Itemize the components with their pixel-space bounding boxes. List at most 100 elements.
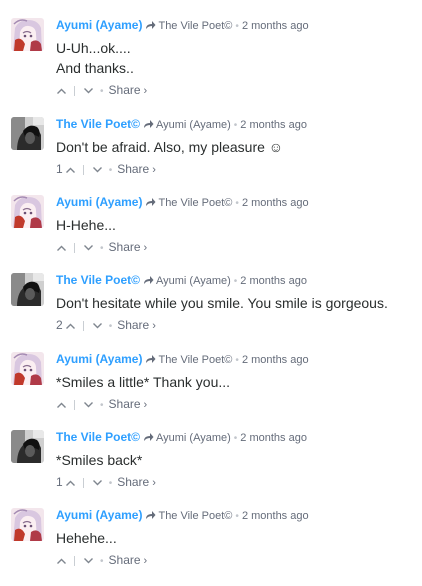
- comment-body: Ayumi (Ayame) The Vile Poet© • 2 months ago…: [56, 508, 416, 568]
- share-button[interactable]: Share: [117, 318, 149, 332]
- comment-header: Ayumi (Ayame) The Vile Poet© • 2 months ago: [56, 508, 416, 522]
- reply-arrow-icon: [145, 197, 156, 211]
- upvote-icon[interactable]: [56, 83, 67, 99]
- avatar[interactable]: [11, 195, 44, 228]
- separator-dot: •: [235, 355, 239, 366]
- downvote-icon[interactable]: [83, 83, 94, 99]
- timestamp[interactable]: 2 months ago: [242, 354, 309, 366]
- chevron-right-icon[interactable]: ›: [152, 477, 156, 489]
- separator-dot: •: [235, 21, 239, 32]
- comment-message: U-Uh...ok.... And thanks..: [56, 38, 416, 78]
- vote-count: 2: [56, 318, 63, 332]
- separator-dot: •: [235, 511, 239, 522]
- comment-body: Ayumi (Ayame) The Vile Poet© • 2 months ago…: [56, 18, 416, 98]
- comment-body: Ayumi (Ayame) The Vile Poet© • 2 months ago…: [56, 352, 416, 412]
- reply-to-name[interactable]: The Vile Poet©: [158, 20, 232, 32]
- message-line: U-Uh...ok....: [56, 40, 131, 56]
- separator-dot: •: [233, 276, 238, 287]
- reply-to-name[interactable]: The Vile Poet©: [158, 510, 232, 522]
- author-name[interactable]: Ayumi (Ayame): [56, 195, 142, 209]
- comment-header: Ayumi (Ayame) The Vile Poet© • 2 months ago: [56, 195, 416, 209]
- author-name[interactable]: The Vile Poet©: [56, 117, 140, 131]
- reply-to-name[interactable]: Ayumi (Ayame): [156, 275, 231, 287]
- comment-footer: • Share ›: [56, 552, 416, 568]
- reply-arrow-icon: [145, 510, 156, 524]
- avatar[interactable]: [11, 117, 44, 150]
- chevron-right-icon[interactable]: ›: [144, 85, 148, 97]
- author-name[interactable]: The Vile Poet©: [56, 273, 140, 287]
- separator-dot: •: [100, 556, 104, 567]
- chevron-right-icon[interactable]: ›: [144, 399, 148, 411]
- separator-dot: •: [108, 165, 113, 176]
- downvote-icon[interactable]: [83, 240, 94, 256]
- comment-message: Don't be afraid. Also, my pleasure ☺: [56, 137, 416, 157]
- vote-divider: [82, 477, 84, 488]
- avatar[interactable]: [11, 18, 44, 51]
- reply-to-name[interactable]: Ayumi (Ayame): [156, 432, 231, 444]
- comment-item: The Vile Poet© Ayumi (Ayame) • 2 months ago…: [0, 273, 422, 351]
- timestamp[interactable]: 2 months ago: [242, 197, 309, 209]
- timestamp[interactable]: 2 months ago: [242, 20, 309, 32]
- share-button[interactable]: Share: [117, 475, 149, 489]
- chevron-right-icon[interactable]: ›: [144, 555, 148, 567]
- author-name[interactable]: Ayumi (Ayame): [56, 18, 142, 32]
- upvote-icon[interactable]: [65, 162, 76, 178]
- downvote-icon[interactable]: [92, 162, 103, 178]
- share-button[interactable]: Share: [109, 553, 141, 567]
- share-button[interactable]: Share: [109, 397, 141, 411]
- timestamp[interactable]: 2 months ago: [240, 119, 307, 131]
- comment-footer: 1 • Share ›: [56, 161, 416, 177]
- comment-body: The Vile Poet© Ayumi (Ayame) • 2 months ago…: [56, 273, 416, 333]
- share-button[interactable]: Share: [109, 83, 141, 97]
- upvote-icon[interactable]: [65, 475, 76, 491]
- comment-message: Don't hesitate while you smile. You smil…: [56, 293, 416, 313]
- timestamp[interactable]: 2 months ago: [240, 275, 307, 287]
- separator-dot: •: [108, 478, 113, 489]
- share-button[interactable]: Share: [109, 240, 141, 254]
- avatar[interactable]: [11, 352, 44, 385]
- avatar[interactable]: [11, 508, 44, 541]
- comment-footer: • Share ›: [56, 82, 416, 98]
- message-line: And thanks..: [56, 60, 134, 76]
- author-name[interactable]: Ayumi (Ayame): [56, 352, 142, 366]
- reply-arrow-icon: [143, 275, 154, 289]
- upvote-icon[interactable]: [56, 397, 67, 413]
- downvote-icon[interactable]: [92, 318, 103, 334]
- comment-footer: 1 • Share ›: [56, 474, 416, 490]
- reply-to-name[interactable]: Ayumi (Ayame): [156, 119, 231, 131]
- downvote-icon[interactable]: [92, 475, 103, 491]
- message-line: *Smiles back*: [56, 452, 143, 468]
- comment-message: H-Hehe...: [56, 215, 416, 235]
- upvote-icon[interactable]: [65, 318, 76, 334]
- comment-item: The Vile Poet© Ayumi (Ayame) • 2 months ago…: [0, 117, 422, 195]
- comment-footer: 2 • Share ›: [56, 317, 416, 333]
- vote-count: 1: [56, 475, 63, 489]
- timestamp[interactable]: 2 months ago: [242, 510, 309, 522]
- comment-footer: • Share ›: [56, 396, 416, 412]
- avatar[interactable]: [11, 430, 44, 463]
- comment-header: The Vile Poet© Ayumi (Ayame) • 2 months ago: [56, 117, 416, 131]
- reply-to-name[interactable]: The Vile Poet©: [158, 197, 232, 209]
- reply-to-name[interactable]: The Vile Poet©: [158, 354, 232, 366]
- chevron-right-icon[interactable]: ›: [152, 164, 156, 176]
- downvote-icon[interactable]: [83, 397, 94, 413]
- comment-item: The Vile Poet© Ayumi (Ayame) • 2 months ago…: [0, 430, 422, 508]
- comment-body: The Vile Poet© Ayumi (Ayame) • 2 months ago…: [56, 117, 416, 177]
- reply-arrow-icon: [143, 432, 154, 446]
- upvote-icon[interactable]: [56, 240, 67, 256]
- share-button[interactable]: Share: [117, 162, 149, 176]
- vote-divider: [74, 242, 75, 253]
- message-line: H-Hehe...: [56, 217, 116, 233]
- timestamp[interactable]: 2 months ago: [240, 432, 307, 444]
- vote-divider: [82, 164, 84, 175]
- separator-dot: •: [233, 120, 238, 131]
- message-line: Hehehe...: [56, 530, 117, 546]
- comment-message: Hehehe...: [56, 528, 416, 548]
- avatar[interactable]: [11, 273, 44, 306]
- author-name[interactable]: Ayumi (Ayame): [56, 508, 142, 522]
- chevron-right-icon[interactable]: ›: [144, 242, 148, 254]
- author-name[interactable]: The Vile Poet©: [56, 430, 140, 444]
- comment-item: Ayumi (Ayame) The Vile Poet© • 2 months ago…: [0, 195, 422, 273]
- comment-header: The Vile Poet© Ayumi (Ayame) • 2 months ago: [56, 273, 416, 287]
- chevron-right-icon[interactable]: ›: [152, 320, 156, 332]
